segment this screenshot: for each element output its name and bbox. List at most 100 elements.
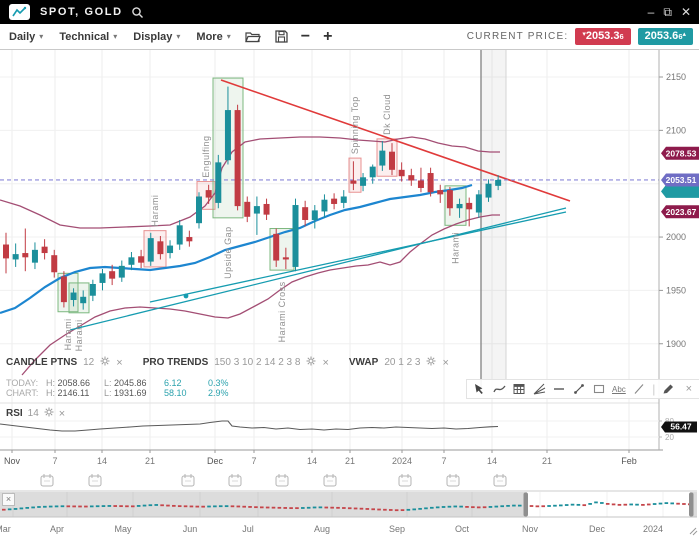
- navigator-month-label: Dec: [589, 524, 606, 534]
- menu-technical[interactable]: Technical ▾: [59, 31, 117, 43]
- candle: [109, 271, 115, 278]
- app-window: HaramiHaramiHaramiEngulfingUpside GapHar…: [0, 0, 699, 539]
- candle: [167, 246, 173, 253]
- pattern-box: [349, 158, 361, 192]
- candle: [264, 204, 270, 215]
- navigator-left-handle[interactable]: [524, 493, 529, 517]
- zoom-in-button[interactable]: +: [323, 30, 332, 44]
- rsi-legend: RSI 14 ×: [6, 407, 65, 420]
- navigator-month-label: Oct: [455, 524, 470, 534]
- horizontal-line-tool-icon[interactable]: [552, 382, 566, 396]
- search-icon[interactable]: [131, 6, 144, 19]
- gear-icon[interactable]: [426, 356, 436, 369]
- gear-icon[interactable]: [100, 356, 110, 369]
- candle: [341, 197, 347, 203]
- close-button[interactable]: ✕: [681, 6, 691, 18]
- navigator: MarAprMayJunJulAugSepOctNovDec2024: [0, 492, 697, 535]
- fan-lines-tool-icon[interactable]: [532, 382, 546, 396]
- today-high: 2058.66: [58, 378, 91, 388]
- red-trendline[interactable]: [221, 80, 570, 201]
- candle: [148, 238, 154, 261]
- x-tick-label: 7: [251, 456, 256, 466]
- x-tick-label: 21: [145, 456, 155, 466]
- line-tool-icon[interactable]: [632, 382, 646, 396]
- event-badges: [41, 474, 506, 486]
- gear-icon[interactable]: [306, 356, 316, 369]
- current-price-group: CURRENT PRICE: ▾2053.36 2053.66▴: [467, 28, 693, 45]
- candle: [90, 284, 96, 296]
- candle: [321, 200, 327, 212]
- menu-daily[interactable]: Daily ▾: [9, 31, 43, 43]
- trend-segment-tool-icon[interactable]: [572, 382, 586, 396]
- toolbar-divider: |: [652, 382, 656, 396]
- save-icon[interactable]: [275, 30, 288, 43]
- rsi-line: [0, 421, 498, 431]
- candle: [71, 293, 77, 300]
- indicator-legend: CANDLE PTNS 12 × PRO TRENDS 150 3 10 2 1…: [6, 356, 449, 369]
- candle: [215, 162, 221, 203]
- text-tool[interactable]: Abc: [612, 382, 626, 396]
- pattern-labels: HaramiHaramiHaramiEngulfingUpside GapHar…: [63, 94, 461, 352]
- rectangle-tool-icon[interactable]: [592, 382, 606, 396]
- candle: [379, 151, 385, 166]
- pattern-label: Harami Cross: [277, 281, 287, 342]
- pattern-label: Harami: [74, 319, 84, 351]
- open-folder-icon[interactable]: [245, 30, 261, 43]
- delete-drawing-icon[interactable]: ×: [682, 382, 696, 396]
- drawing-toolbar: Abc | ×: [466, 379, 699, 399]
- candle: [302, 207, 308, 220]
- candle: [13, 254, 19, 259]
- pointer-tool-icon[interactable]: [472, 382, 486, 396]
- chevron-down-icon: ▾: [113, 32, 117, 41]
- x-tick-label: 21: [542, 456, 552, 466]
- menu-display[interactable]: Display ▾: [133, 31, 180, 43]
- window-controls: – ⧉ ✕: [648, 6, 691, 18]
- x-tick-label: 14: [97, 456, 107, 466]
- table-tool-icon[interactable]: [512, 382, 526, 396]
- candle: [177, 225, 183, 244]
- chart-high: 2146.11: [58, 388, 90, 398]
- remove-indicator-icon[interactable]: ×: [116, 358, 122, 368]
- candle: [283, 257, 289, 259]
- rsi-panel: 802056.47: [0, 417, 697, 442]
- candle: [254, 206, 260, 213]
- remove-indicator-icon[interactable]: ×: [322, 358, 328, 368]
- pencil-tool-icon[interactable]: [662, 382, 676, 396]
- x-tick-label: 7: [441, 456, 446, 466]
- chart-change: 58.10: [164, 388, 208, 398]
- gear-icon[interactable]: [44, 407, 54, 420]
- app-logo-icon: [9, 4, 30, 20]
- candle: [428, 173, 434, 192]
- restore-button[interactable]: ⧉: [663, 6, 672, 18]
- candle: [273, 234, 279, 261]
- navigator-right-handle[interactable]: [689, 493, 694, 517]
- navigator-month-label: Jul: [242, 524, 254, 534]
- candle: [225, 110, 231, 160]
- indicator-candle-ptns: CANDLE PTNS: [6, 357, 77, 368]
- today-percent: 0.3%: [208, 378, 229, 388]
- remove-indicator-icon[interactable]: ×: [59, 409, 65, 419]
- x-tick-label: 21: [345, 456, 355, 466]
- candle: [22, 253, 28, 257]
- pattern-label: Dk Cloud: [382, 94, 392, 135]
- candle: [495, 180, 501, 186]
- pattern-label: Harami: [150, 195, 160, 227]
- menu-more[interactable]: More ▾: [196, 31, 230, 43]
- remove-indicator-icon[interactable]: ×: [442, 358, 448, 368]
- title-bar: SPOT, GOLD – ⧉ ✕: [0, 0, 699, 24]
- candle: [138, 256, 144, 262]
- y-tick-label: 2100: [666, 125, 686, 135]
- candle: [476, 194, 482, 212]
- current-price-label: CURRENT PRICE:: [467, 31, 569, 42]
- navigator-close-button[interactable]: ×: [2, 493, 15, 506]
- chart-low: 1931.69: [114, 388, 147, 398]
- price-chart: HaramiHaramiHaramiEngulfingUpside GapHar…: [0, 0, 699, 539]
- zoom-out-button[interactable]: −: [301, 30, 310, 44]
- navigator-month-label: Apr: [50, 524, 64, 534]
- trendline-handle[interactable]: [184, 294, 189, 299]
- candle: [51, 255, 57, 272]
- minimize-button[interactable]: –: [648, 6, 655, 18]
- resize-grip-icon[interactable]: [690, 528, 697, 535]
- curve-tool-icon[interactable]: [492, 382, 506, 396]
- navigator-month-label: Mar: [0, 524, 11, 534]
